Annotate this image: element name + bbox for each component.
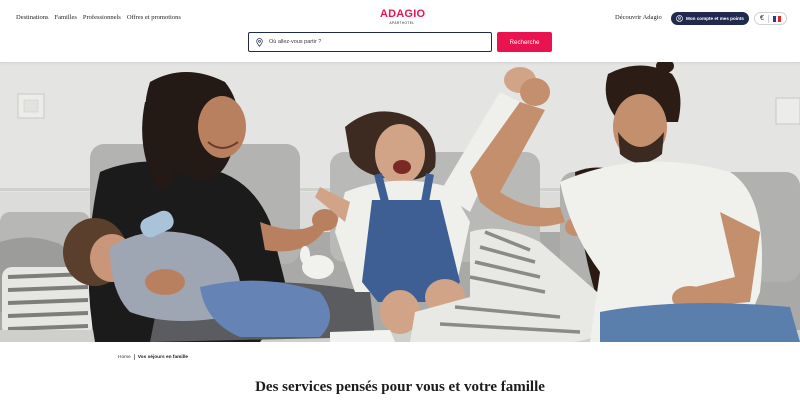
breadcrumb-separator: [133, 354, 135, 360]
currency-selector[interactable]: €: [760, 15, 764, 22]
nav-familles[interactable]: Familles: [55, 14, 77, 21]
section-title-regular: Des services pensés pour vous et: [255, 379, 464, 395]
logo-brand: ADAGIO: [380, 8, 426, 20]
user-circle-icon: [676, 15, 683, 22]
nav-destinations[interactable]: Destinations: [16, 14, 49, 21]
fr-flag-icon[interactable]: [772, 15, 781, 22]
breadcrumb-home[interactable]: Home: [118, 355, 131, 360]
logo-tagline: APARTHOTEL: [389, 21, 415, 25]
account-button-label: Mon compte et mes points: [686, 16, 744, 21]
breadcrumb-current: Vos séjours en famille: [137, 354, 189, 360]
section-title-bold: votre famille: [463, 379, 545, 395]
location-pin-icon: [256, 37, 263, 47]
destination-search-field[interactable]: [248, 32, 492, 52]
section-title: Des services pensés pour vous et votre f…: [0, 379, 800, 396]
destination-search-input[interactable]: [269, 39, 479, 45]
locale-selector[interactable]: €: [754, 12, 787, 25]
hero-banner: [0, 62, 800, 342]
discover-adagio-link[interactable]: Découvrir Adagio: [615, 14, 662, 21]
breadcrumb: Home Vos séjours en famille: [118, 354, 188, 360]
adagio-logo[interactable]: ADAGIO APARTHOTEL: [380, 8, 426, 26]
account-button[interactable]: Mon compte et mes points: [671, 12, 749, 25]
main-nav: Destinations Familles Professionnels Off…: [16, 14, 181, 21]
family-on-sofa-photo: [0, 62, 800, 342]
nav-professionnels[interactable]: Professionnels: [83, 14, 121, 21]
nav-offres-promotions[interactable]: Offres et promotions: [127, 14, 181, 21]
site-header: Destinations Familles Professionnels Off…: [0, 0, 800, 62]
locale-divider: [767, 14, 769, 23]
search-button[interactable]: Recherche: [497, 32, 552, 52]
